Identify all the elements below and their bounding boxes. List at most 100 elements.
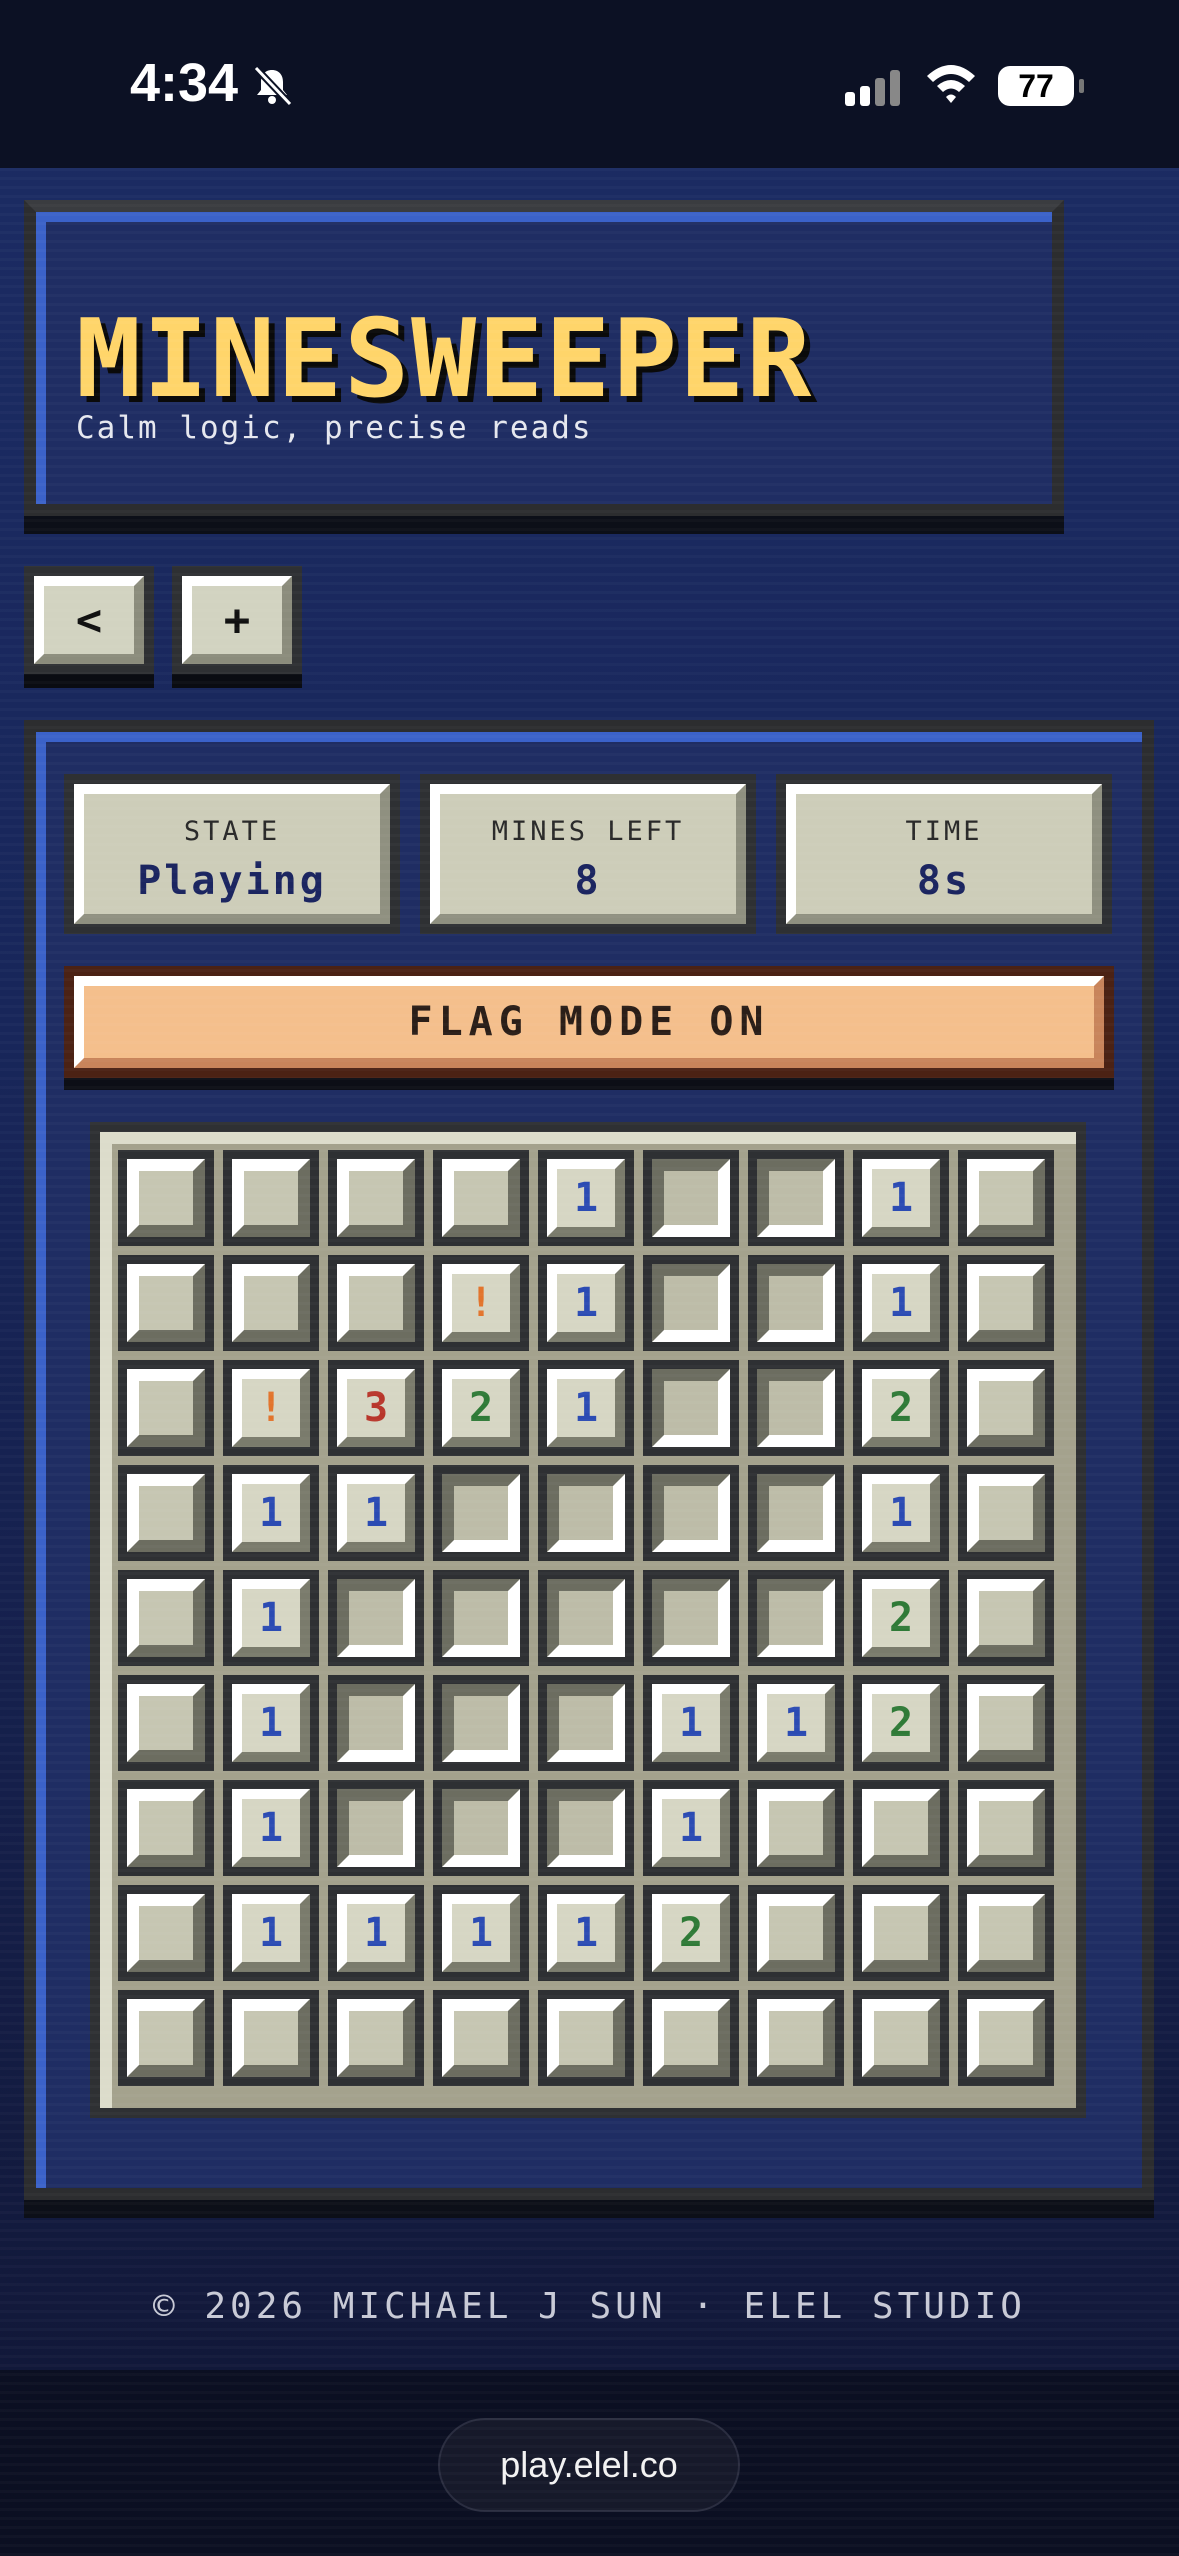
board-cell[interactable]: 1 xyxy=(853,1150,949,1246)
board-cell[interactable] xyxy=(118,1465,214,1561)
board-cell[interactable] xyxy=(958,1675,1054,1771)
board-cell[interactable] xyxy=(433,1780,529,1876)
board-cell[interactable] xyxy=(118,1360,214,1456)
board-cell[interactable]: 1 xyxy=(223,1570,319,1666)
board-cell[interactable]: ! xyxy=(223,1360,319,1456)
board-cell[interactable] xyxy=(433,1570,529,1666)
board-cell[interactable] xyxy=(433,1675,529,1771)
board-cell[interactable]: 1 xyxy=(538,1360,634,1456)
board-cell[interactable]: 1 xyxy=(853,1465,949,1561)
board-cell[interactable] xyxy=(958,1150,1054,1246)
board-cell[interactable]: 2 xyxy=(433,1360,529,1456)
board-cell[interactable]: 1 xyxy=(223,1675,319,1771)
cell-face xyxy=(232,1999,310,2077)
board-cell[interactable] xyxy=(748,1255,844,1351)
board-cell[interactable] xyxy=(328,1990,424,2086)
board-cell[interactable] xyxy=(748,1780,844,1876)
board-cell[interactable] xyxy=(328,1255,424,1351)
cell-face: 1 xyxy=(232,1579,310,1657)
board-cell[interactable] xyxy=(118,1570,214,1666)
board-cell[interactable] xyxy=(538,1675,634,1771)
board-cell[interactable] xyxy=(643,1360,739,1456)
board-cell[interactable] xyxy=(328,1150,424,1246)
board-cell[interactable] xyxy=(538,1990,634,2086)
board-cell[interactable] xyxy=(748,1885,844,1981)
board-cell[interactable] xyxy=(118,1780,214,1876)
board-cell[interactable]: 2 xyxy=(853,1360,949,1456)
board-cell[interactable] xyxy=(958,1465,1054,1561)
board-cell[interactable]: 1 xyxy=(223,1465,319,1561)
cell-face xyxy=(337,1999,415,2077)
board-cell[interactable] xyxy=(643,1255,739,1351)
board-cell[interactable]: 2 xyxy=(853,1675,949,1771)
board-cell[interactable]: 2 xyxy=(853,1570,949,1666)
board-cell[interactable]: 1 xyxy=(538,1150,634,1246)
board-cell[interactable] xyxy=(118,1255,214,1351)
board-cell[interactable]: 1 xyxy=(643,1780,739,1876)
board-cell[interactable] xyxy=(853,1780,949,1876)
back-button[interactable]: < xyxy=(24,566,154,674)
cell-face xyxy=(547,1579,625,1657)
board-cell[interactable] xyxy=(433,1150,529,1246)
board-cell[interactable]: 2 xyxy=(643,1885,739,1981)
board-cell[interactable]: 3 xyxy=(328,1360,424,1456)
cell-face: 1 xyxy=(337,1894,415,1972)
cell-face: 3 xyxy=(337,1369,415,1447)
board-cell[interactable] xyxy=(538,1570,634,1666)
board-cell[interactable] xyxy=(958,1990,1054,2086)
board-cell[interactable] xyxy=(328,1780,424,1876)
bell-slash-icon xyxy=(253,65,293,107)
board-cell[interactable] xyxy=(433,1465,529,1561)
board-cell[interactable] xyxy=(958,1255,1054,1351)
board-cell[interactable] xyxy=(118,1990,214,2086)
url-field[interactable]: play.elel.co xyxy=(438,2418,740,2512)
board-cell[interactable]: 1 xyxy=(223,1885,319,1981)
board-cell[interactable] xyxy=(223,1255,319,1351)
board-cell[interactable]: 1 xyxy=(748,1675,844,1771)
board-cell[interactable] xyxy=(118,1150,214,1246)
board-cell[interactable] xyxy=(223,1990,319,2086)
board-cell[interactable] xyxy=(643,1990,739,2086)
board-cell[interactable] xyxy=(643,1570,739,1666)
board-cell[interactable]: 1 xyxy=(328,1885,424,1981)
board-cell[interactable] xyxy=(223,1150,319,1246)
board-cell[interactable]: 1 xyxy=(328,1465,424,1561)
board-cell[interactable] xyxy=(538,1780,634,1876)
new-game-button[interactable]: + xyxy=(172,566,302,674)
flag-mode-toggle[interactable]: FLAG MODE ON xyxy=(64,966,1114,1078)
board-cell[interactable] xyxy=(958,1885,1054,1981)
board-cell[interactable]: 1 xyxy=(538,1255,634,1351)
board-cell[interactable]: 1 xyxy=(643,1675,739,1771)
state-value: Playing xyxy=(137,858,327,904)
board-cell[interactable] xyxy=(748,1465,844,1561)
cell-face: 2 xyxy=(862,1369,940,1447)
board-cell[interactable] xyxy=(433,1990,529,2086)
new-game-button-label: + xyxy=(223,594,251,646)
board-cell[interactable] xyxy=(958,1780,1054,1876)
board-cell[interactable] xyxy=(748,1570,844,1666)
board-cell[interactable] xyxy=(748,1150,844,1246)
board-cell[interactable] xyxy=(958,1570,1054,1666)
board-cell[interactable] xyxy=(328,1675,424,1771)
board-cell[interactable] xyxy=(118,1885,214,1981)
board-cell[interactable] xyxy=(328,1570,424,1666)
board-cell[interactable] xyxy=(643,1150,739,1246)
board-cell[interactable]: 1 xyxy=(853,1255,949,1351)
board-cell[interactable]: 1 xyxy=(223,1780,319,1876)
board-cell[interactable] xyxy=(853,1990,949,2086)
board-cell[interactable] xyxy=(853,1885,949,1981)
board-cell[interactable] xyxy=(748,1990,844,2086)
footer-copyright: © 2026 MICHAEL J SUN · ELEL STUDIO xyxy=(153,2286,1026,2327)
minesweeper-board: 1 1! 1 1! 3 2 1 2 1 1 1 1 2 1 1 1 2 1 1 1 1 1 1 2 xyxy=(90,1122,1086,2118)
board-cell[interactable] xyxy=(958,1360,1054,1456)
board-cell[interactable] xyxy=(538,1465,634,1561)
board-cell[interactable] xyxy=(643,1465,739,1561)
flag-icon: ! xyxy=(232,1369,310,1447)
board-cell[interactable]: ! xyxy=(433,1255,529,1351)
cell-face xyxy=(757,1999,835,2077)
board-cell[interactable] xyxy=(748,1360,844,1456)
board-cell[interactable] xyxy=(118,1675,214,1771)
mines-left-display: MINES LEFT 8 xyxy=(420,774,756,934)
board-cell[interactable]: 1 xyxy=(433,1885,529,1981)
board-cell[interactable]: 1 xyxy=(538,1885,634,1981)
